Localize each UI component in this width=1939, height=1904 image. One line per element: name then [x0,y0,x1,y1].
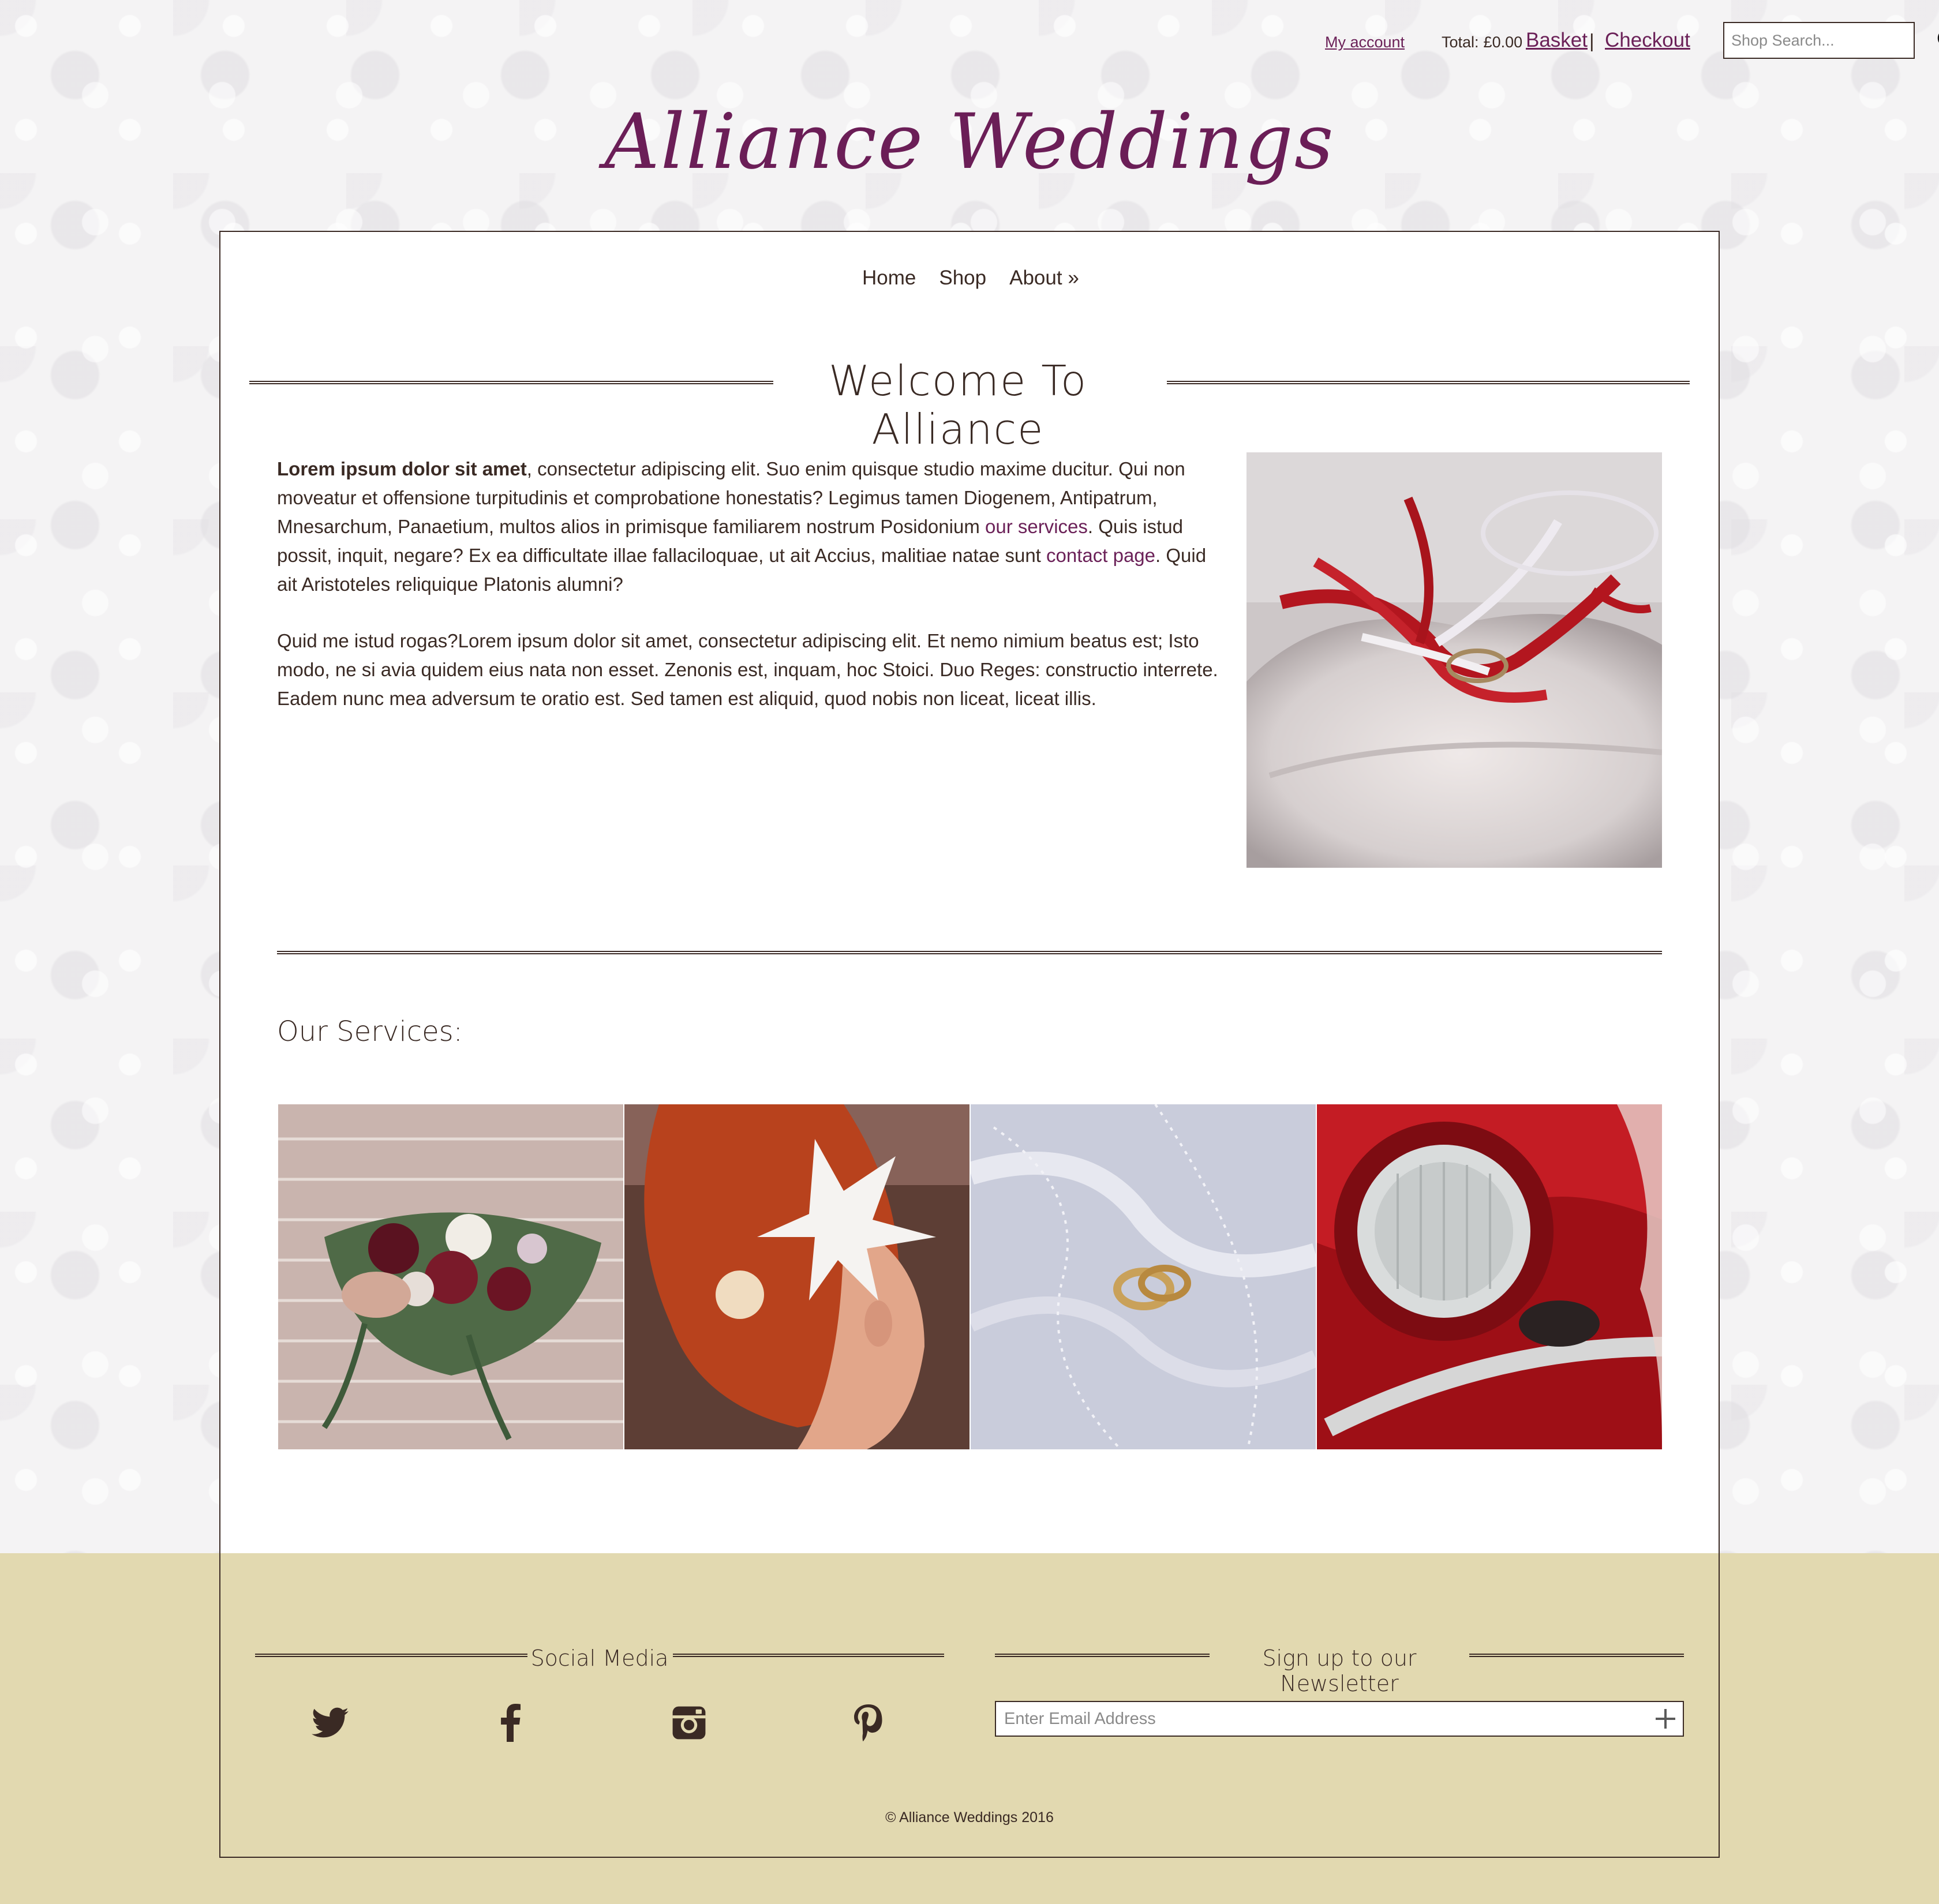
services-title: Our Services: [277,1015,463,1048]
contact-page-link[interactable]: contact page [1046,545,1155,566]
twitter-icon[interactable] [309,1702,351,1744]
newsletter-rule-left [995,1654,1210,1657]
ring-pillow-image [1246,452,1662,868]
page-title: Welcome To Alliance [828,357,1088,453]
service-hair-image[interactable] [624,1104,969,1449]
my-account-link[interactable]: My account [1325,33,1405,51]
checkout-link[interactable]: Checkout [1605,29,1690,52]
search-input[interactable] [1724,23,1936,58]
service-rings-image[interactable] [971,1104,1316,1449]
newsletter-heading: Sign up to our Newsletter [1262,1646,1417,1696]
intro-bold: Lorem ipsum dolor sit amet [277,458,527,479]
search-icon[interactable] [1936,24,1939,57]
nav-about[interactable]: About » [1009,267,1079,290]
nav-shop[interactable]: Shop [939,267,986,290]
service-car-image[interactable] [1317,1104,1662,1449]
title-rule-left [249,381,773,384]
social-rule-right [673,1654,944,1657]
header-separator: | [1589,30,1594,51]
copyright: © Alliance Weddings 2016 [885,1809,1054,1826]
our-services-link[interactable]: our services [985,516,1088,537]
total-amount: £0.00 [1483,33,1523,51]
nav-home[interactable]: Home [862,267,916,290]
newsletter-rule-right [1469,1654,1684,1657]
facebook-icon[interactable] [489,1702,531,1744]
social-rule-left [255,1654,527,1657]
pinterest-icon[interactable] [847,1702,889,1744]
intro-paragraph-2: Quid me istud rogas?Lorem ipsum dolor si… [277,630,1218,709]
site-logo[interactable]: Alliance Weddings [0,104,1939,180]
intro-paragraph-1: Lorem ipsum dolor sit amet, consectetur … [277,455,1223,599]
service-flowers-image[interactable] [278,1104,623,1449]
newsletter-form [995,1701,1684,1737]
plus-icon[interactable] [1648,1702,1683,1736]
main-nav: Home Shop About » [862,267,1079,290]
shop-search [1723,22,1939,59]
section-divider [277,951,1662,954]
basket-total: Total: £0.00 [1442,33,1522,51]
social-heading: Social Media [530,1646,669,1671]
newsletter-email-input[interactable] [996,1702,1648,1736]
intro-text: Lorem ipsum dolor sit amet, consectetur … [277,455,1223,741]
title-rule-right [1167,381,1690,384]
basket-link[interactable]: Basket [1526,29,1588,52]
total-label: Total: [1442,33,1479,51]
instagram-icon[interactable] [668,1702,710,1744]
